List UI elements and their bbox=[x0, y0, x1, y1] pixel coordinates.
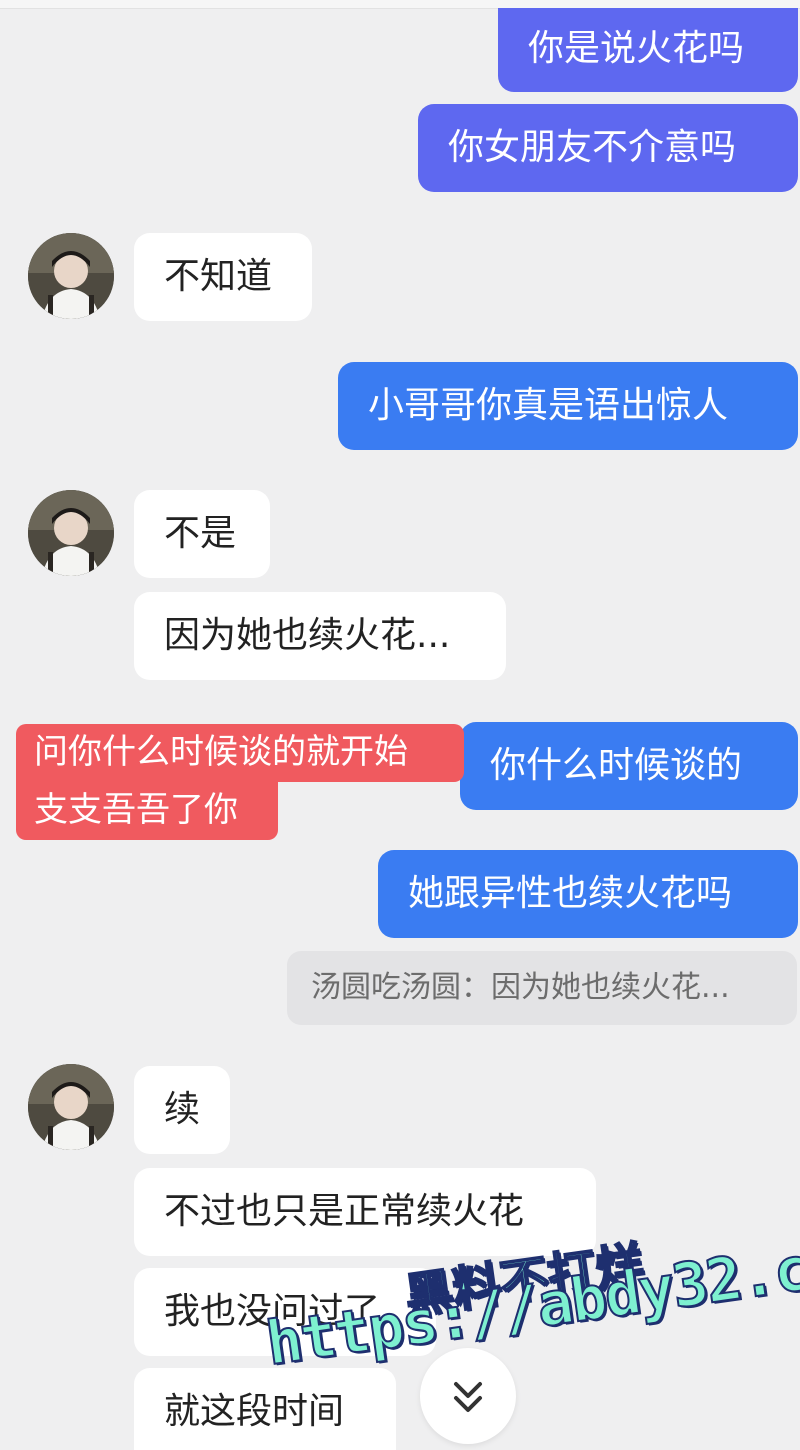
contact-avatar[interactable] bbox=[28, 233, 114, 319]
scroll-to-bottom-button[interactable] bbox=[420, 1348, 516, 1444]
message-bubble-incoming[interactable]: 不过也只是正常续火花 bbox=[134, 1168, 596, 1256]
message-bubble-incoming[interactable]: 就这段时间 bbox=[134, 1368, 396, 1450]
message-bubble-incoming[interactable]: 不知道 bbox=[134, 233, 312, 321]
message-bubble-outgoing[interactable]: 小哥哥你真是语出惊人 bbox=[338, 362, 798, 450]
message-bubble-incoming[interactable]: 不是 bbox=[134, 490, 270, 578]
chevron-down-icon bbox=[454, 1382, 482, 1412]
message-bubble-incoming[interactable]: 续 bbox=[134, 1066, 230, 1154]
red-annotation-caption: 问你什么时候谈的就开始 支支吾吾了你 bbox=[16, 724, 464, 840]
contact-avatar[interactable] bbox=[28, 490, 114, 576]
message-bubble-outgoing[interactable]: 她跟异性也续火花吗 bbox=[378, 850, 798, 938]
chat-screen: 你是说火花吗 你女朋友不介意吗 不知道 小哥哥你真是语出惊人 不是 因为她也续火… bbox=[0, 0, 800, 1450]
annotation-line: 支支吾吾了你 bbox=[16, 782, 278, 840]
quoted-reply[interactable]: 汤圆吃汤圆：因为她也续火花... bbox=[287, 951, 797, 1025]
message-bubble-outgoing[interactable]: 你女朋友不介意吗 bbox=[418, 104, 798, 192]
contact-avatar[interactable] bbox=[28, 1064, 114, 1150]
annotation-line: 问你什么时候谈的就开始 bbox=[16, 724, 464, 782]
message-bubble-outgoing[interactable]: 你是说火花吗 bbox=[498, 8, 798, 92]
message-bubble-incoming[interactable]: 因为她也续火花... bbox=[134, 592, 506, 680]
message-bubble-incoming[interactable]: 我也没问过了 bbox=[134, 1268, 436, 1356]
message-bubble-outgoing[interactable]: 你什么时候谈的 bbox=[460, 722, 798, 810]
